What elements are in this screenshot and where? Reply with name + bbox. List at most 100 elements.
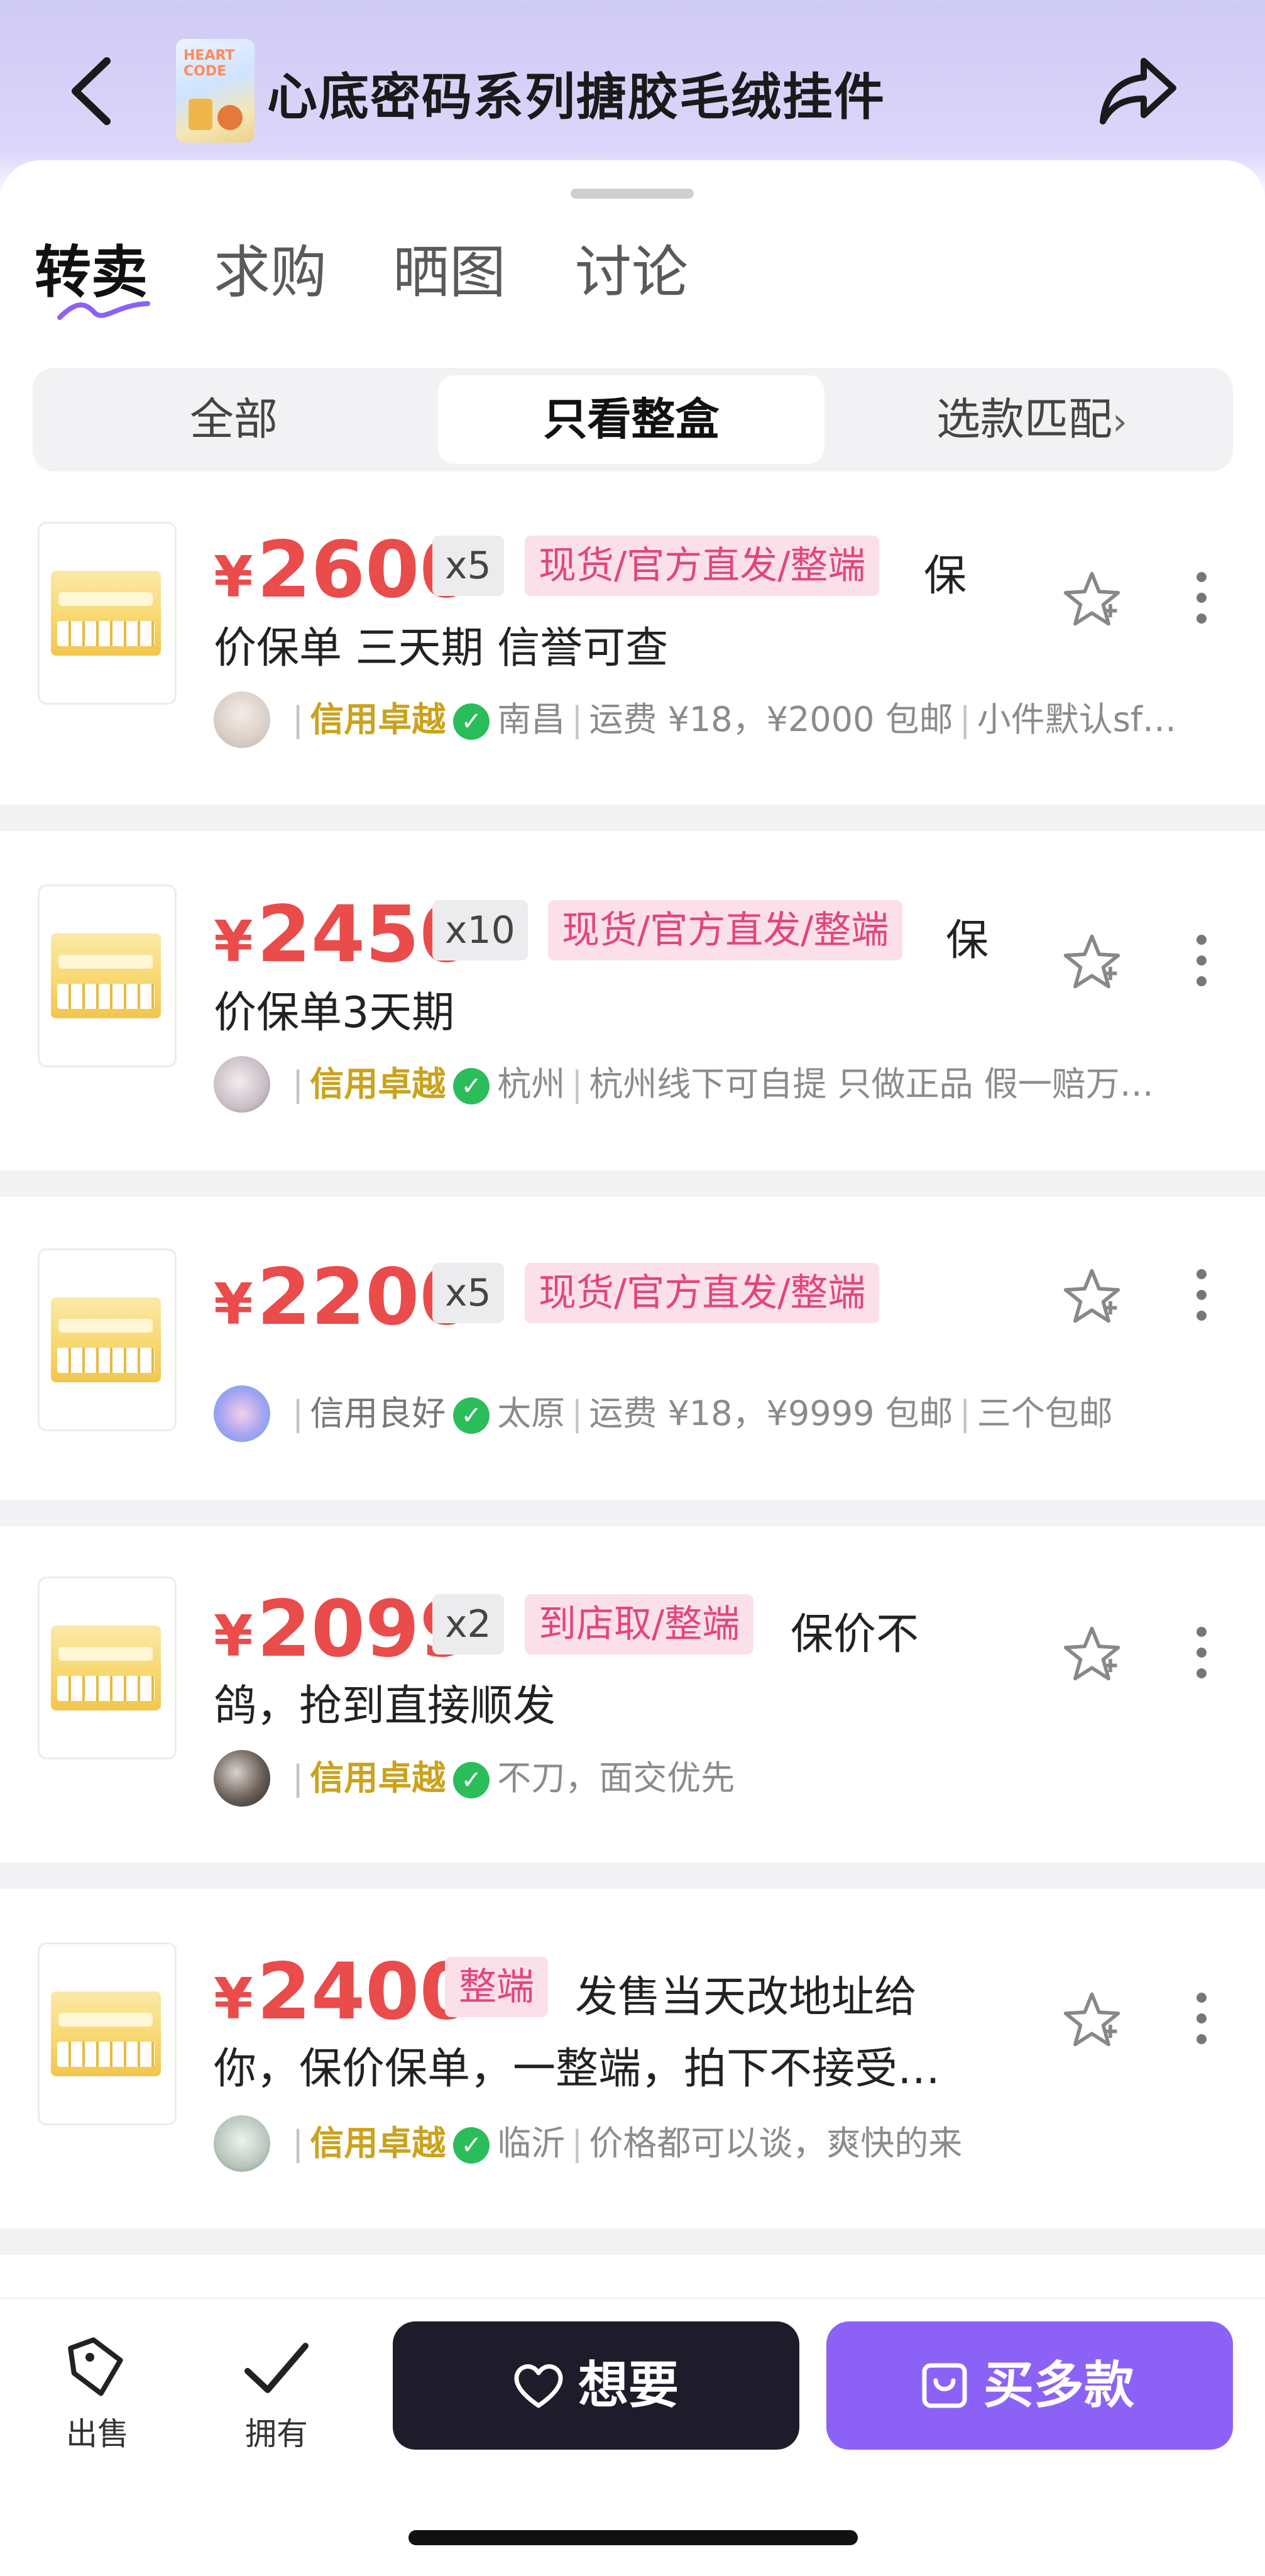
description-line2: 你，保价保单，一整端，拍下不接受… <box>214 2044 941 2094</box>
verified-check-icon: ✓ <box>453 1068 490 1105</box>
product-image <box>38 1577 177 1759</box>
listing-divider <box>0 1863 1265 1889</box>
listing-tag: 到店取/整端 <box>525 1594 754 1654</box>
avatar[interactable] <box>214 1056 270 1113</box>
favorite-star-icon[interactable] <box>1062 1266 1122 1326</box>
buy-multiple-button[interactable]: 买多款 <box>826 2321 1233 2450</box>
quantity-badge: x5 <box>432 536 504 596</box>
want-label: 想要 <box>578 2356 679 2414</box>
more-options-icon[interactable] <box>1194 935 1209 991</box>
seller-details: 临沂 | 价格都可以谈，爽快的来 <box>497 2123 963 2163</box>
seller-details: 不刀，面交优先 <box>497 1758 735 1798</box>
filter-style-match[interactable]: 选款匹配› <box>831 368 1233 471</box>
more-options-icon[interactable] <box>1194 1269 1209 1326</box>
seller-info: | 信用卓越 ✓ 南昌 | 运费 ¥18，¥2000 包邮 | 小件默认sf… <box>214 691 1232 748</box>
heart-icon <box>514 2364 563 2408</box>
description-line2: 鸽，抢到直接顺发 <box>214 1682 556 1731</box>
seller-info: | 信用卓越 ✓ 不刀，面交优先 <box>214 1750 1232 1807</box>
more-options-icon[interactable] <box>1194 572 1209 629</box>
seller-info: | 信用良好 ✓ 太原 | 运费 ¥18，¥9999 包邮 | 三个包邮 <box>214 1385 1232 1442</box>
back-arrow-icon <box>72 57 111 125</box>
seller-info: | 信用卓越 ✓ 杭州 | 杭州线下可自提 只做正品 假一赔万… <box>214 1056 1232 1113</box>
quantity-badge: x2 <box>432 1594 504 1654</box>
listing-divider <box>0 805 1265 831</box>
product-thumbnail: HEART CODE <box>176 39 255 143</box>
seller-details: 南昌 | 运费 ¥18，¥2000 包邮 | 小件默认sf… <box>497 700 1176 739</box>
listing-card[interactable]: ¥2099 x2 到店取/整端 保价不 鸽，抢到直接顺发 | 信用卓越 ✓ 不刀，面交… <box>0 1526 1265 1863</box>
listing-card[interactable]: ¥2600 x5 现货/官方直发/整端 保 价保单 三天期 信誉可查 | 信用卓越… <box>0 497 1265 805</box>
description-line1: 保价不 <box>791 1610 919 1660</box>
drag-handle[interactable] <box>571 189 694 199</box>
favorite-star-icon[interactable] <box>1062 1990 1122 2049</box>
listing-tag: 现货/官方直发/整端 <box>525 536 880 596</box>
description-line1: 保 <box>946 916 989 966</box>
tab-resale[interactable]: 转卖 <box>35 226 148 308</box>
back-button[interactable] <box>63 53 119 129</box>
share-icon <box>1100 58 1176 124</box>
quantity-badge: x5 <box>432 1263 504 1323</box>
verified-check-icon: ✓ <box>453 1397 490 1434</box>
credit-label: 信用卓越 <box>310 1064 446 1104</box>
tab-photos[interactable]: 晒图 <box>393 226 506 308</box>
product-image <box>38 884 177 1067</box>
shopping-bag-icon <box>922 2363 967 2408</box>
favorite-star-icon[interactable] <box>1062 1624 1122 1683</box>
chevron-right-icon: › <box>1112 400 1127 444</box>
credit-label: 信用卓越 <box>310 1758 446 1798</box>
description-line1: 保 <box>924 551 967 601</box>
verified-check-icon: ✓ <box>453 2127 490 2164</box>
avatar[interactable] <box>214 1385 270 1442</box>
favorite-star-icon[interactable] <box>1062 569 1122 629</box>
product-image <box>38 522 177 705</box>
verified-check-icon: ✓ <box>453 703 490 740</box>
favorite-star-icon[interactable] <box>1062 932 1122 991</box>
top-bar: HEART CODE 心底密码系列搪胶毛绒挂件 <box>0 0 1265 170</box>
credit-label: 信用卓越 <box>310 700 446 739</box>
listing-card[interactable]: ¥2200 x5 现货/官方直发/整端 | 信用良好 ✓ 太原 | 运费 ¥18，¥999… <box>0 1197 1265 1500</box>
product-image <box>38 1248 177 1431</box>
active-tab-indicator <box>57 301 150 320</box>
more-options-icon[interactable] <box>1194 1993 1209 2049</box>
product-image <box>38 1942 177 2125</box>
quantity-badge: x10 <box>432 900 528 960</box>
filter-whole-box[interactable]: 只看整盒 <box>438 375 824 464</box>
listing-divider <box>0 1170 1265 1197</box>
buy-multiple-label: 买多款 <box>983 2356 1134 2414</box>
filter-all[interactable]: 全部 <box>33 368 435 471</box>
description-line2: 价保单 三天期 信誉可查 <box>214 624 669 673</box>
credit-label: 信用卓越 <box>310 2123 446 2163</box>
sell-label: 出售 <box>66 2416 129 2452</box>
listing-divider <box>0 1500 1265 1526</box>
page-title: 心底密码系列搪胶毛绒挂件 <box>267 68 885 126</box>
listing-tag: 整端 <box>445 1957 548 2017</box>
own-label: 拥有 <box>245 2416 308 2452</box>
listing-tag: 现货/官方直发/整端 <box>548 900 903 960</box>
home-indicator <box>408 2530 858 2545</box>
listing-tag: 现货/官方直发/整端 <box>525 1263 880 1323</box>
checkmark-icon <box>244 2343 309 2393</box>
seller-info: | 信用卓越 ✓ 临沂 | 价格都可以谈，爽快的来 <box>214 2115 1232 2172</box>
avatar[interactable] <box>214 1750 270 1807</box>
more-options-icon[interactable] <box>1194 1627 1209 1683</box>
avatar[interactable] <box>214 2115 270 2172</box>
filter-style-match-label: 选款匹配 <box>936 394 1112 445</box>
listing-card[interactable]: ¥2450 x10 现货/官方直发/整端 保 价保单3天期 | 信用卓越 ✓ 杭州 | 杭… <box>0 831 1265 1170</box>
seller-details: 杭州 | 杭州线下可自提 只做正品 假一赔万… <box>497 1064 1154 1104</box>
avatar[interactable] <box>214 691 270 748</box>
want-button[interactable]: 想要 <box>393 2321 799 2450</box>
description-line1: 发售当天改地址给 <box>575 1973 917 2022</box>
share-button[interactable] <box>1097 53 1178 129</box>
description-line2: 价保单3天期 <box>214 988 455 1038</box>
listing-card[interactable]: ¥2400 整端 发售当天改地址给 你，保价保单，一整端，拍下不接受… | 信用卓… <box>0 1889 1265 2228</box>
verified-check-icon: ✓ <box>453 1762 490 1799</box>
credit-label: 信用良好 <box>310 1394 446 1433</box>
listing-card-partial <box>0 2255 1265 2298</box>
thumbnail-text: HEART CODE <box>183 48 235 79</box>
filter-segmented-control: 全部 只看整盒 选款匹配› <box>33 368 1233 471</box>
seller-details: 太原 | 运费 ¥18，¥9999 包邮 | 三个包邮 <box>497 1394 1113 1433</box>
tab-discussion[interactable]: 讨论 <box>575 226 688 308</box>
price: ¥2400 <box>214 1947 474 2037</box>
listing-divider <box>0 2228 1265 2255</box>
tag-icon <box>68 2337 123 2396</box>
tab-wanted[interactable]: 求购 <box>214 226 327 308</box>
